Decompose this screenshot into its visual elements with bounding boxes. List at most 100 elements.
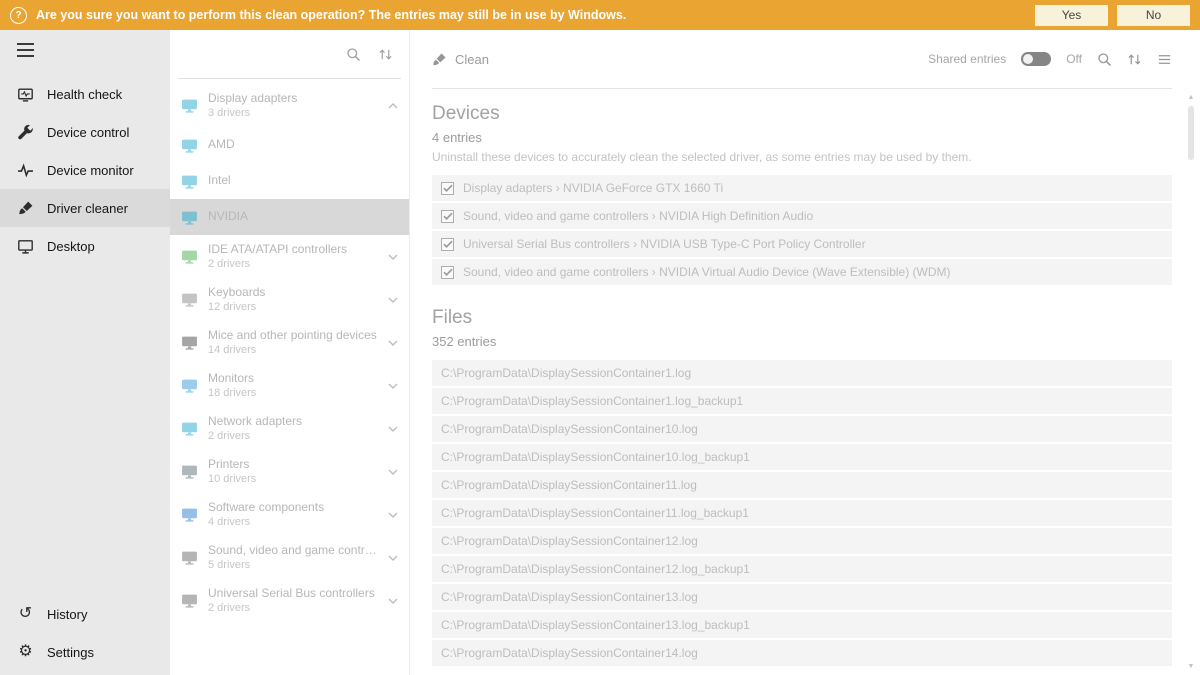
tree-row[interactable]: Display adapters 3 drivers [170,84,409,127]
chevron-icon[interactable] [388,340,400,346]
tree-row[interactable]: Sound, video and game controllers 5 driv… [170,536,409,579]
tree-row[interactable]: Printers 10 drivers [170,450,409,493]
tree-row-drivers-count: 3 drivers [208,106,297,120]
file-entry-row: C:\ProgramData\DisplaySessionContainer1.… [432,388,1172,414]
sidebar-item-settings[interactable]: ⚙ Settings [0,633,170,671]
files-section: Files 352 entries C:\ProgramData\Display… [432,307,1172,666]
tree-row-drivers-count: 10 drivers [208,472,256,486]
files-section-title: Files [432,307,1172,329]
sidebar-item-label: History [47,607,87,622]
chevron-icon[interactable] [388,254,400,260]
chevron-icon[interactable] [388,297,400,303]
chevron-icon[interactable] [388,103,400,109]
tree-row[interactable]: IDE ATA/ATAPI controllers 2 drivers [170,235,409,278]
file-entry-row: C:\ProgramData\DisplaySessionContainer10… [432,444,1172,470]
tree-row[interactable]: Software components 4 drivers [170,493,409,536]
scrollbar-thumb[interactable] [1188,106,1194,160]
tree-row[interactable]: Mice and other pointing devices 14 drive… [170,321,409,364]
tree-row-drivers-count: 18 drivers [208,386,256,400]
file-path: C:\ProgramData\DisplaySessionContainer13… [441,590,698,604]
tree-row-name: Network adapters [208,414,302,430]
tree-row-name: Software components [208,500,324,516]
device-entry-row[interactable]: Sound, video and game controllers › NVID… [432,259,1172,285]
chevron-icon[interactable] [388,555,400,561]
search-icon[interactable] [1097,52,1112,67]
tree-row-text: AMD [208,137,235,153]
tree-row[interactable]: Intel [170,163,409,199]
brush-icon [17,200,34,217]
tree-row-drivers-count: 2 drivers [208,429,302,443]
tree-row-name: NVIDIA [208,209,248,225]
sidebar-item-device-monitor[interactable]: Device monitor [0,151,170,189]
sound-video-game-controllers-icon [181,549,198,566]
devices-list: Display adapters › NVIDIA GeForce GTX 16… [432,175,1172,285]
shared-entries-toggle[interactable] [1021,52,1051,66]
menu-icon[interactable] [0,30,170,69]
file-entry-row: C:\ProgramData\DisplaySessionContainer14… [432,640,1172,666]
yes-button[interactable]: Yes [1035,5,1108,26]
scrollbar[interactable]: ▲ ▼ [1185,94,1197,670]
sidebar-item-health-check[interactable]: Health check [0,75,170,113]
desktop-icon [17,238,34,255]
checkbox-checked-icon[interactable] [441,210,454,223]
file-entry-row: C:\ProgramData\DisplaySessionContainer13… [432,612,1172,638]
tree-row[interactable]: Universal Serial Bus controllers 2 drive… [170,579,409,622]
chevron-icon[interactable] [388,383,400,389]
sort-icon[interactable] [378,47,393,62]
pulse-icon [17,162,34,179]
view-list-icon[interactable] [1157,52,1172,67]
dialog-actions: Yes No [1035,5,1190,26]
tree-row-text: Keyboards 12 drivers [208,285,265,315]
chevron-icon[interactable] [388,469,400,475]
file-entry-row: C:\ProgramData\DisplaySessionContainer11… [432,472,1172,498]
tree-row-text: Mice and other pointing devices 14 drive… [208,328,377,358]
dialog-message: Are you sure you want to perform this cl… [36,8,626,22]
tree-row[interactable]: AMD [170,127,409,163]
sort-icon[interactable] [1127,52,1142,67]
tree-row[interactable]: Monitors 18 drivers [170,364,409,407]
chevron-icon[interactable] [388,426,400,432]
device-entry-row[interactable]: Display adapters › NVIDIA GeForce GTX 16… [432,175,1172,201]
no-button[interactable]: No [1117,5,1190,26]
intel-display-icon [181,173,198,190]
files-list: C:\ProgramData\DisplaySessionContainer1.… [432,360,1172,666]
file-path: C:\ProgramData\DisplaySessionContainer1.… [441,394,743,408]
clean-preview-content: Devices 4 entries Uninstall these device… [410,89,1200,675]
sidebar-item-desktop[interactable]: Desktop [0,227,170,265]
chevron-icon[interactable] [388,512,400,518]
tree-row-name: Mice and other pointing devices [208,328,377,344]
search-icon[interactable] [346,47,361,62]
file-path: C:\ProgramData\DisplaySessionContainer12… [441,534,698,548]
tree-row-drivers-count: 2 drivers [208,601,375,615]
sidebar-item-device-control[interactable]: Device control [0,113,170,151]
checkbox-checked-icon[interactable] [441,182,454,195]
clean-button[interactable]: Clean [432,52,489,67]
sidebar-item-history[interactable]: ↺ History [0,595,170,633]
main-panel: Clean Shared entries Off Devices 4 entri… [410,30,1200,675]
device-entry-row[interactable]: Universal Serial Bus controllers › NVIDI… [432,231,1172,257]
wrench-icon [17,124,34,141]
tree-row-drivers-count: 5 drivers [208,558,378,572]
tree-row-drivers-count: 14 drivers [208,343,377,357]
tree-row[interactable]: Network adapters 2 drivers [170,407,409,450]
software-components-icon [181,506,198,523]
tree-row[interactable]: NVIDIA [170,199,409,235]
tree-row-text: Software components 4 drivers [208,500,324,530]
sidebar: Health check Device control Device monit… [0,30,170,675]
scroll-up-icon[interactable]: ▲ [1188,94,1195,101]
file-entry-row: C:\ProgramData\DisplaySessionContainer11… [432,500,1172,526]
file-path: C:\ProgramData\DisplaySessionContainer14… [441,646,698,660]
scroll-down-icon[interactable]: ▼ [1188,663,1195,670]
tree-row[interactable]: Keyboards 12 drivers [170,278,409,321]
checkbox-checked-icon[interactable] [441,266,454,279]
device-entry-row[interactable]: Sound, video and game controllers › NVID… [432,203,1172,229]
tree-row-text: Printers 10 drivers [208,457,256,487]
sidebar-nav: Health check Device control Device monit… [0,75,170,265]
file-entry-row: C:\ProgramData\DisplaySessionContainer12… [432,528,1172,554]
chevron-icon[interactable] [388,598,400,604]
sidebar-item-driver-cleaner[interactable]: Driver cleaner [0,189,170,227]
tree-row-name: Printers [208,457,256,473]
checkbox-checked-icon[interactable] [441,238,454,251]
usb-controllers-icon [181,592,198,609]
tree-row-text: Monitors 18 drivers [208,371,256,401]
